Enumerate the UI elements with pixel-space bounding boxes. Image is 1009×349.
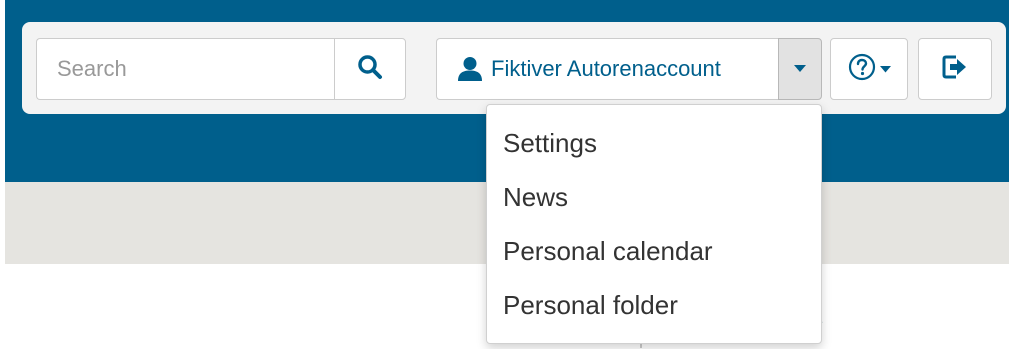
menu-item-news[interactable]: News xyxy=(487,169,821,223)
user-icon xyxy=(457,56,483,82)
user-menu-toggle[interactable] xyxy=(778,38,822,100)
menu-item-personal-folder[interactable]: Personal folder xyxy=(487,277,821,331)
search-icon xyxy=(357,54,383,85)
search-button[interactable] xyxy=(334,38,406,100)
user-account-name: Fiktiver Autorenaccount xyxy=(491,56,721,81)
sign-out-icon xyxy=(941,53,969,86)
chevron-down-icon xyxy=(879,60,891,78)
user-account-button[interactable]: Fiktiver Autorenaccount xyxy=(436,38,778,100)
user-dropdown-menu: Settings News Personal calendar Personal… xyxy=(486,104,822,344)
question-circle-icon xyxy=(848,53,876,86)
menu-item-personal-calendar[interactable]: Personal calendar xyxy=(487,223,821,277)
search-input[interactable] xyxy=(36,38,334,100)
caret-down-icon xyxy=(794,60,806,78)
logout-button[interactable] xyxy=(918,38,992,100)
menu-item-settings[interactable]: Settings xyxy=(487,115,821,169)
help-button[interactable] xyxy=(830,38,908,100)
top-toolbar: Fiktiver Autorenaccount xyxy=(22,22,1006,114)
user-menu-group: Fiktiver Autorenaccount xyxy=(436,38,822,100)
search-group xyxy=(36,38,406,100)
